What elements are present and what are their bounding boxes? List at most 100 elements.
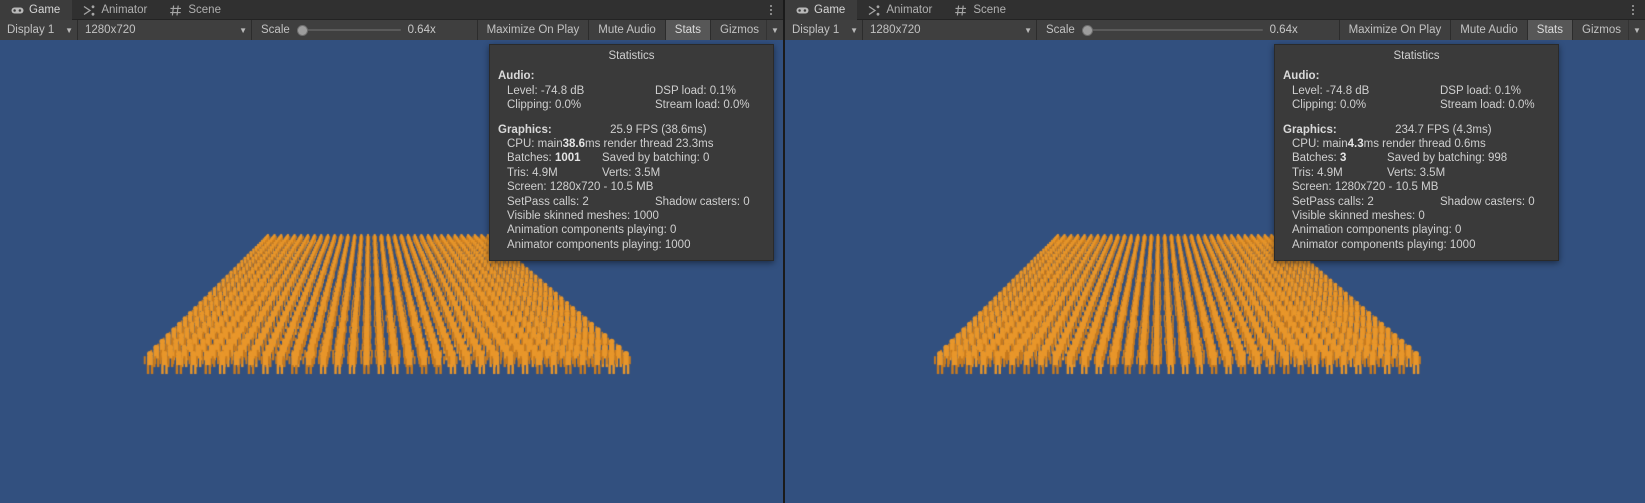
chevron-down-icon: ▼ [850,25,858,35]
screen-row: Screen: 1280x720 - 10.5 MB [498,180,765,194]
scale-slider-left[interactable] [296,23,401,37]
tab-label: Scene [973,4,1006,16]
tab-scene-left[interactable]: Scene [159,0,233,20]
display-dropdown-right[interactable]: Display 1 ▼ [785,20,863,40]
screen-info: Screen: 1280x720 - 10.5 MB [1292,181,1439,194]
slider-track [1081,29,1263,31]
tab-label: Game [814,4,846,16]
tab-label: Game [29,4,61,16]
gizmos-dropdown-right[interactable]: ▼ [1628,20,1645,40]
mute-audio-button-left[interactable]: Mute Audio [589,20,666,40]
maximize-on-play-button-left[interactable]: Maximize On Play [477,20,590,40]
game-viewport-left[interactable]: Statistics Audio: Level: -74.8 dB DSP lo… [0,40,783,503]
game-viewport-right[interactable]: Statistics Audio: Level: -74.8 dB DSP lo… [785,40,1645,503]
visible-skinned-meshes: Visible skinned meshes: 1000 [507,210,659,223]
tab-game-left[interactable]: Game [0,0,73,20]
batches-cell: Batches: 3 [1292,151,1387,165]
game-view-panel-right: Game Animator Scene Display 1 ▼ 1280x720… [785,0,1645,503]
slider-knob[interactable] [1081,24,1093,36]
screen-info: Screen: 1280x720 - 10.5 MB [507,181,654,194]
animator-components-playing: Animator components playing: 1000 [1292,238,1476,251]
audio-level: Level: -74.8 dB [1292,84,1370,97]
maximize-on-play-button-right[interactable]: Maximize On Play [1339,20,1452,40]
fps-readout: 25.9 FPS (38.6ms) [610,123,707,136]
audio-clipping: Clipping: 0.0% [507,99,582,112]
gamepad-icon [10,4,24,16]
stats-button-left[interactable]: Stats [665,20,712,40]
saved-by-batching: Saved by batching: 0 [602,152,710,165]
gizmos-label: Gizmos [720,24,759,36]
gizmos-button-left[interactable]: Gizmos [711,20,766,40]
animator-components-row: Animator components playing: 1000 [1283,238,1550,252]
stats-button-right[interactable]: Stats [1527,20,1574,40]
batches-row: Batches: 1001 Saved by batching: 0 [498,151,765,165]
chevron-down-icon: ▼ [65,25,73,35]
audio-stream-load: Stream load: 0.0% [1440,99,1535,112]
tab-animator-right[interactable]: Animator [857,0,944,20]
graphics-section-header-row: Graphics: 234.7 FPS (4.3ms) [1283,123,1550,137]
audio-level-row: Level: -74.8 dB DSP load: 0.1% [498,84,765,98]
scale-label: Scale [1046,24,1075,36]
graphics-section-header-row: Graphics: 25.9 FPS (38.6ms) [498,123,765,137]
animator-components-row: Animator components playing: 1000 [498,238,765,252]
scale-control-right[interactable]: Scale 0.64x [1037,20,1340,40]
tab-game-right[interactable]: Game [785,0,858,20]
animator-components-playing: Animator components playing: 1000 [507,238,691,251]
animator-icon [82,4,96,16]
batches-value: 1001 [554,152,581,165]
batches-label: Batches: [1292,152,1340,165]
tab-animator-left[interactable]: Animator [72,0,159,20]
grid-icon [169,4,183,16]
tris-count: Tris: 4.9M [507,166,558,179]
panel-options-menu-left[interactable] [765,0,783,19]
audio-level: Level: -74.8 dB [507,84,585,97]
mute-audio-label: Mute Audio [598,24,656,36]
statistics-overlay-left: Statistics Audio: Level: -74.8 dB DSP lo… [489,44,774,262]
animation-components-row: Animation components playing: 0 [498,223,765,237]
cpu-suffix: ms render thread 23.3ms [585,138,714,151]
slider-knob[interactable] [296,24,308,36]
gamepad-icon [795,4,809,16]
slider-track [296,29,401,31]
gizmos-button-right[interactable]: Gizmos [1573,20,1628,40]
cpu-main-value: 4.3 [1347,138,1364,151]
tris-verts-row: Tris: 4.9M Verts: 3.5M [498,166,765,180]
graphics-section-header: Graphics: [498,123,552,136]
tab-strip-spacer [233,0,765,19]
gizmos-dropdown-left[interactable]: ▼ [766,20,783,40]
display-dropdown-value: Display 1 [7,24,55,36]
game-toolbar-left: Display 1 ▼ 1280x720 ▼ Scale 0.64x Maxim… [0,20,783,40]
audio-section-header: Audio: [498,70,535,83]
unity-editor-window: Game Animator Scene Display 1 ▼ 1280x720… [0,0,1645,503]
grid-icon [954,4,968,16]
cpu-suffix: ms render thread 0.6ms [1363,138,1486,151]
setpass-calls: SetPass calls: 2 [507,195,589,208]
kebab-menu-icon [1632,4,1634,15]
resolution-dropdown-right[interactable]: 1280x720 ▼ [863,20,1037,40]
fps-readout: 234.7 FPS (4.3ms) [1395,123,1492,136]
setpass-row: SetPass calls: 2 Shadow casters: 0 [498,195,765,209]
mute-audio-button-right[interactable]: Mute Audio [1451,20,1528,40]
audio-clipping-row: Clipping: 0.0% Stream load: 0.0% [1283,98,1550,112]
animation-components-row: Animation components playing: 0 [1283,223,1550,237]
saved-by-batching: Saved by batching: 998 [1387,152,1508,165]
scale-value: 0.64x [407,24,436,36]
screen-row: Screen: 1280x720 - 10.5 MB [1283,180,1550,194]
animation-components-playing: Animation components playing: 0 [507,224,677,237]
animation-components-playing: Animation components playing: 0 [1292,224,1462,237]
cpu-row: CPU: main 4.3 ms render thread 0.6ms [1283,137,1550,151]
display-dropdown-left[interactable]: Display 1 ▼ [0,20,78,40]
resolution-dropdown-left[interactable]: 1280x720 ▼ [78,20,252,40]
visible-skinned-row: Visible skinned meshes: 0 [1283,209,1550,223]
statistics-overlay-right: Statistics Audio: Level: -74.8 dB DSP lo… [1274,44,1559,262]
cpu-prefix: CPU: main [507,138,563,151]
tab-scene-right[interactable]: Scene [944,0,1018,20]
statistics-title: Statistics [1393,50,1440,62]
scale-control-left[interactable]: Scale 0.64x [252,20,478,40]
panel-options-menu-right[interactable] [1627,0,1645,19]
display-dropdown-value: Display 1 [792,24,840,36]
scale-slider-right[interactable] [1081,23,1263,37]
maximize-on-play-label: Maximize On Play [1348,24,1442,36]
batches-row: Batches: 3 Saved by batching: 998 [1283,151,1550,165]
